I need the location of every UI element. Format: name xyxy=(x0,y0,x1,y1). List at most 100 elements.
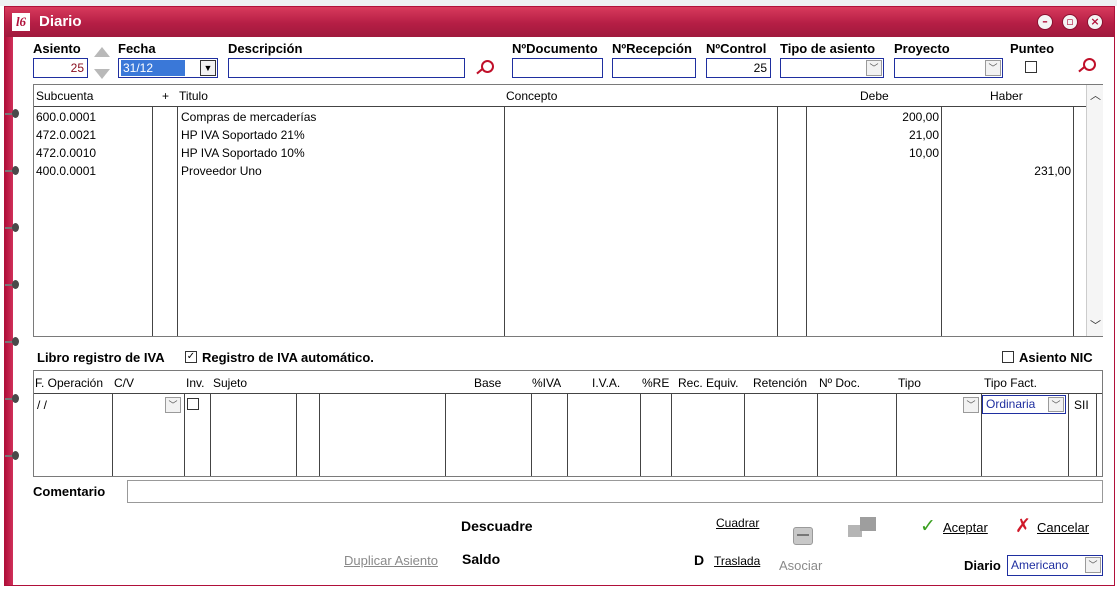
col-debe[interactable]: Debe xyxy=(860,89,889,103)
col-num-doc[interactable]: Nº Doc. xyxy=(819,376,860,390)
recepcion-label: NºRecepción xyxy=(612,41,692,56)
cell-titulo: HP IVA Soportado 10% xyxy=(181,146,305,160)
inv-checkbox[interactable] xyxy=(187,398,199,410)
asociar-button[interactable]: Asociar xyxy=(779,558,822,573)
recepcion-input[interactable] xyxy=(612,58,696,78)
cell-debe: 200,00 xyxy=(902,110,939,124)
chevron-down-icon[interactable]: ﹀ xyxy=(985,60,1001,76)
diario-value: Americano xyxy=(1011,558,1069,572)
window-title: Diario xyxy=(39,13,82,30)
binder-ring-icon xyxy=(5,166,21,176)
checkmark-icon: ✓ xyxy=(920,515,936,537)
table-row[interactable]: 600.0.0001 Compras de mercaderías 200,00 xyxy=(34,108,1074,126)
control-label: NºControl xyxy=(706,41,767,56)
col-haber[interactable]: Haber xyxy=(990,89,1023,103)
vertical-scrollbar[interactable]: ︿ ﹀ xyxy=(1086,85,1103,336)
sii-label: SII xyxy=(1074,398,1089,412)
cv-dropdown-icon[interactable]: ﹀ xyxy=(165,397,181,413)
descuadre-label: Descuadre xyxy=(461,518,533,534)
registro-iva-label: Registro de IVA automático. xyxy=(202,350,374,365)
col-concepto[interactable]: Concepto xyxy=(506,89,557,103)
asiento-label: Asiento xyxy=(33,41,81,56)
cell-debe: 21,00 xyxy=(908,128,939,142)
control-input[interactable]: 25 xyxy=(706,58,771,78)
duplicar-asiento-button[interactable]: Duplicar Asiento xyxy=(344,553,438,568)
col-sujeto[interactable]: Sujeto xyxy=(213,376,247,390)
cell-subcuenta: 472.0.0021 xyxy=(36,128,97,142)
aceptar-button[interactable]: ✓ Aceptar xyxy=(920,515,1010,539)
diario-select[interactable]: Americano ﹀ xyxy=(1007,555,1103,576)
tipo-asiento-label: Tipo de asiento xyxy=(780,41,876,56)
iva-table[interactable]: F. Operación C/V Inv. Sujeto Base %IVA I… xyxy=(33,370,1103,477)
table-row[interactable]: 472.0.0021 HP IVA Soportado 21% 21,00 xyxy=(34,126,1074,144)
step-down-icon[interactable] xyxy=(94,69,110,79)
asiento-stepper[interactable] xyxy=(93,47,111,81)
diario-label: Diario xyxy=(964,558,1001,573)
printer-icon[interactable] xyxy=(793,527,813,545)
scroll-down-icon[interactable]: ﹀ xyxy=(1090,317,1101,333)
asiento-nic-label: Asiento NIC xyxy=(1019,350,1093,365)
title-bar[interactable]: l6 Diario – ▫ × xyxy=(5,7,1114,37)
tipo-asiento-select[interactable]: ﹀ xyxy=(780,58,884,78)
close-icon[interactable]: × xyxy=(1087,14,1103,30)
cell-titulo: HP IVA Soportado 21% xyxy=(181,128,305,142)
tipo-fact-select[interactable]: Ordinaria ﹀ xyxy=(982,395,1066,414)
cancelar-button[interactable]: ✗ Cancelar xyxy=(1015,515,1107,539)
col-cv[interactable]: C/V xyxy=(114,376,134,390)
col-titulo[interactable]: Titulo xyxy=(179,89,208,103)
asiento-input[interactable]: 25 xyxy=(33,58,88,78)
comentario-input[interactable] xyxy=(127,480,1103,503)
scroll-up-icon[interactable]: ︿ xyxy=(1090,87,1101,103)
descripcion-input[interactable] xyxy=(228,58,465,78)
transfer-box-b xyxy=(860,517,876,531)
col-inv[interactable]: Inv. xyxy=(186,376,204,390)
col-tipo-fact[interactable]: Tipo Fact. xyxy=(984,376,1037,390)
calendar-dropdown-icon[interactable]: ▼ xyxy=(200,60,216,76)
step-up-icon[interactable] xyxy=(94,47,110,57)
col-plus[interactable]: + xyxy=(162,89,169,103)
proyecto-select[interactable]: ﹀ xyxy=(894,58,1003,78)
cell-subcuenta: 400.0.0001 xyxy=(36,164,97,178)
col-iva[interactable]: I.V.A. xyxy=(592,376,620,390)
chevron-down-icon[interactable]: ﹀ xyxy=(866,60,882,76)
col-subcuenta[interactable]: Subcuenta xyxy=(36,89,93,103)
chevron-down-icon[interactable]: ﹀ xyxy=(1048,397,1064,412)
chevron-down-icon[interactable]: ﹀ xyxy=(1085,557,1101,573)
apuntes-table[interactable]: Subcuenta + Titulo Concepto Debe Haber 6… xyxy=(33,84,1103,337)
punteo-checkbox[interactable] xyxy=(1025,61,1037,73)
registro-iva-checkbox[interactable]: ✓ xyxy=(185,351,197,363)
apuntes-header-row: Subcuenta + Titulo Concepto Debe Haber xyxy=(34,85,1086,107)
minimize-icon[interactable]: – xyxy=(1037,14,1053,30)
binder-ring-icon xyxy=(5,451,21,461)
documento-label: NºDocumento xyxy=(512,41,598,56)
app-logo-icon: l6 xyxy=(12,13,30,31)
cross-icon: ✗ xyxy=(1015,515,1031,537)
iva-row[interactable]: / / ﹀ ﹀ Ordinaria ﹀ SII xyxy=(34,395,1102,414)
binder-spine xyxy=(5,37,13,585)
asiento-nic-checkbox[interactable] xyxy=(1002,351,1014,363)
table-row[interactable]: 400.0.0001 Proveedor Uno 231,00 xyxy=(34,162,1074,180)
col-tipo[interactable]: Tipo xyxy=(898,376,921,390)
col-rec-equiv[interactable]: Rec. Equiv. xyxy=(678,376,738,390)
traslada-button[interactable]: Traslada xyxy=(714,554,760,568)
col-pct-re[interactable]: %RE xyxy=(642,376,669,390)
search-descripcion-icon[interactable] xyxy=(473,59,495,77)
restore-icon[interactable]: ▫ xyxy=(1062,14,1078,30)
col-f-operacion[interactable]: F. Operación xyxy=(35,376,103,390)
documento-input[interactable] xyxy=(512,58,603,78)
table-row[interactable]: 472.0.0010 HP IVA Soportado 10% 10,00 xyxy=(34,144,1074,162)
binder-ring-icon xyxy=(5,109,21,119)
col-retencion[interactable]: Retención xyxy=(753,376,807,390)
col-base[interactable]: Base xyxy=(474,376,501,390)
search-punteo-icon[interactable] xyxy=(1075,57,1097,75)
cell-subcuenta: 600.0.0001 xyxy=(36,110,97,124)
cell-f-operacion[interactable]: / / xyxy=(37,398,47,412)
col-pct-iva[interactable]: %IVA xyxy=(532,376,561,390)
fecha-input[interactable]: 31/12 ▼ xyxy=(118,58,218,78)
binder-ring-icon xyxy=(5,223,21,233)
cuadrar-button[interactable]: Cuadrar xyxy=(716,516,759,530)
tipo-dropdown-icon[interactable]: ﹀ xyxy=(963,397,979,413)
cell-titulo: Compras de mercaderías xyxy=(181,110,317,124)
transfer-icon[interactable] xyxy=(848,515,878,539)
fecha-label: Fecha xyxy=(118,41,156,56)
